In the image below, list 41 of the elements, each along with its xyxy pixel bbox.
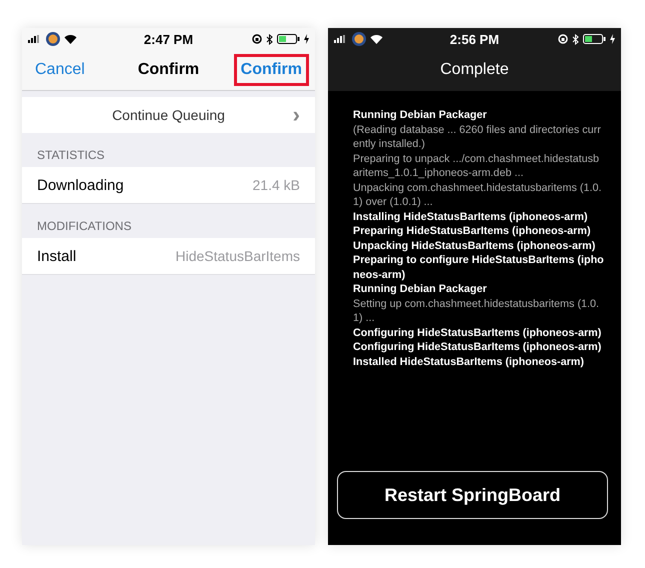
row-label: Install — [37, 248, 76, 264]
log-line: (Reading database ... 6260 files and directories currently installed.) — [353, 122, 602, 152]
charging-icon — [610, 34, 615, 44]
rotation-lock-icon — [558, 34, 568, 44]
confirm-button[interactable]: Confirm — [234, 54, 309, 86]
signal-icon — [28, 35, 42, 43]
row-value: HideStatusBarItems — [176, 248, 300, 264]
log-line: Unpacking com.chashmeet.hidestatusbaritems (1.0.1) over (1.0.1) ... — [353, 180, 602, 210]
row-label: Downloading — [37, 176, 124, 194]
log-line: Preparing to unpack .../com.chashmeet.hidestatusbaritems_1.0.1_iphoneos-arm.deb ... — [353, 152, 600, 180]
log-line: Setting up com.chashmeet.hidestatusbaritems (1.0.1) ... — [353, 296, 600, 326]
section-header: MODIFICATIONS — [37, 219, 132, 233]
signal-icon — [334, 35, 348, 43]
nav-title: Complete — [440, 61, 509, 79]
bluetooth-icon — [572, 34, 579, 44]
bluetooth-icon — [266, 34, 273, 44]
nav-title: Confirm — [138, 61, 200, 79]
log-line: Configuring HideStatusBarItems (iphoneos-arm) — [353, 326, 602, 340]
section-header: STATISTICS — [37, 148, 105, 162]
cancel-button[interactable]: Cancel — [28, 54, 92, 86]
row-value: 21.4 kB — [252, 177, 300, 193]
log-line: Installing HideStatusBarItems (iphoneos-arm) — [353, 210, 589, 224]
status-time: 2:56 PM — [450, 32, 500, 46]
battery-icon — [277, 34, 300, 44]
continue-queuing-row[interactable]: Continue Queuing › — [22, 97, 315, 133]
charging-icon — [304, 34, 309, 44]
log-line: Installed HideStatusBarItems (iphoneos-arm) — [353, 354, 585, 369]
log-line: Running Debian Packager — [353, 108, 488, 122]
avatar-icon — [46, 32, 60, 46]
wifi-icon — [370, 34, 383, 44]
rotation-lock-icon — [252, 34, 262, 44]
status-time: 2:47 PM — [144, 32, 194, 46]
log-line: Running Debian Packager — [353, 282, 488, 296]
restart-springboard-button[interactable]: Restart SpringBoard — [337, 471, 608, 519]
wifi-icon — [64, 34, 77, 44]
log-line: Preparing to configure HideStatusBarItems (iphoneos-arm) — [353, 253, 605, 282]
avatar-icon — [352, 32, 366, 46]
log-line: Preparing HideStatusBarItems (iphoneos-arm) — [353, 224, 592, 238]
battery-icon — [583, 34, 606, 44]
log-line: Unpacking HideStatusBarItems (iphoneos-arm) — [353, 238, 596, 253]
log-line: Configuring HideStatusBarItems (iphoneos-arm) — [353, 340, 602, 354]
